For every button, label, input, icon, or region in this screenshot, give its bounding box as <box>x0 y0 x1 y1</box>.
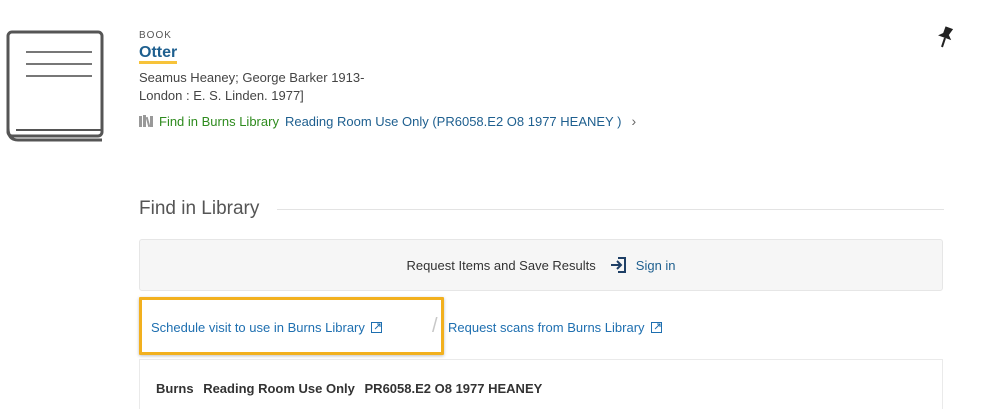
signin-banner: Request Items and Save Results Sign in <box>139 239 943 291</box>
external-link-icon <box>650 322 662 333</box>
availability-location: Find in Burns Library <box>159 113 279 129</box>
search-result-record: BOOK Otter Seamus Heaney; George Barker … <box>139 30 939 129</box>
chevron-right-icon: › <box>631 113 637 129</box>
section-title: Find in Library <box>139 198 260 219</box>
schedule-visit-link[interactable]: Schedule visit to use in Burns Library <box>151 320 382 335</box>
request-scans-link[interactable]: Request scans from Burns Library <box>448 320 662 335</box>
record-author: Seamus Heaney; George Barker 1913- <box>139 70 365 85</box>
availability-line[interactable]: Find in Burns Library Reading Room Use O… <box>139 113 939 129</box>
sign-in-button[interactable]: Sign in <box>610 256 676 274</box>
link-separator: / <box>432 315 438 337</box>
holding-library: Burns <box>156 381 194 396</box>
divider <box>277 208 944 210</box>
availability-status: Reading Room Use Only (PR6058.E2 O8 1977… <box>284 113 622 129</box>
pin-icon[interactable] <box>937 26 955 48</box>
holding-location: Reading Room Use Only <box>203 381 355 396</box>
book-cover-icon <box>6 30 104 142</box>
signin-prompt: Request Items and Save Results <box>406 257 596 273</box>
schedule-visit-label: Schedule visit to use in Burns Library <box>151 320 365 335</box>
resource-type: BOOK <box>139 30 172 41</box>
sign-in-label: Sign in <box>635 257 676 273</box>
request-scans-label: Request scans from Burns Library <box>448 320 645 335</box>
external-link-icon <box>370 322 382 333</box>
sign-in-icon <box>610 257 626 273</box>
record-title-link[interactable]: Otter <box>139 45 178 64</box>
find-in-library-header: Find in Library <box>139 198 944 220</box>
bookshelf-icon <box>139 115 153 127</box>
holding-call-number: PR6058.E2 O8 1977 HEANEY <box>364 381 543 396</box>
request-links: Schedule visit to use in Burns Library /… <box>139 297 944 357</box>
record-publication: London : E. S. Linden. 1977] <box>139 88 304 103</box>
